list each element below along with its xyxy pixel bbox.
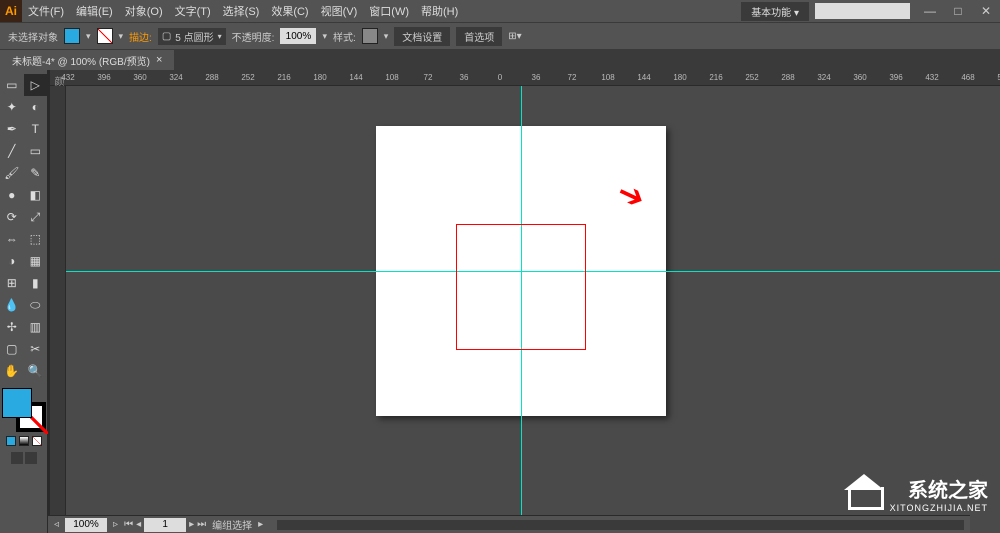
search-input[interactable] <box>815 3 910 19</box>
magic-wand-tool[interactable]: ✦ <box>0 96 24 118</box>
style-label: 样式: <box>333 29 356 44</box>
menu-type[interactable]: 文字(T) <box>169 3 217 19</box>
maximize-icon[interactable]: □ <box>944 2 972 20</box>
shape-builder-tool[interactable]: ◑ <box>0 250 24 272</box>
pen-tool[interactable]: ✒ <box>0 118 24 140</box>
watermark-house-icon <box>844 474 884 510</box>
selection-label: 未选择对象 <box>8 29 58 44</box>
artboard-tool[interactable]: ▢ <box>0 338 24 360</box>
menu-view[interactable]: 视图(V) <box>315 3 364 19</box>
artboard-nav: ⏮ ◂ ▸ ⏭ <box>124 518 206 532</box>
horizontal-scrollbar[interactable] <box>277 520 964 530</box>
blob-brush-tool[interactable]: ● <box>0 184 24 206</box>
ruler-vertical[interactable] <box>50 86 66 533</box>
tab-close-icon[interactable]: × <box>156 54 162 66</box>
lasso-tool[interactable]: ◐ <box>24 96 48 118</box>
direct-selection-tool[interactable]: ▷ <box>24 74 48 96</box>
fill-stroke-control[interactable] <box>2 388 46 432</box>
graph-tool[interactable]: ▥ <box>24 316 48 338</box>
symbol-sprayer-tool[interactable]: ✢ <box>0 316 24 338</box>
type-tool[interactable]: T <box>24 118 48 140</box>
rectangle-tool[interactable]: ▭ <box>24 140 48 162</box>
menu-object[interactable]: 对象(O) <box>119 3 169 19</box>
toolbox: ▭▷ ✦◐ ✒T ╱▭ 🖌✎ ●◧ ⟳⤢ ⇔⬚ ◑▦ ⊞▮ 💧⬭ ✢▥ ▢✂ ✋… <box>0 70 48 533</box>
blend-tool[interactable]: ⬭ <box>24 294 48 316</box>
pencil-tool[interactable]: ✎ <box>24 162 48 184</box>
last-artboard-icon[interactable]: ⏭ <box>197 519 206 530</box>
document-setup-button[interactable]: 文档设置 <box>394 27 450 46</box>
red-rectangle-shape[interactable] <box>456 224 586 350</box>
line-tool[interactable]: ╱ <box>0 140 24 162</box>
opacity-input[interactable] <box>280 28 316 44</box>
document-tab-title: 未标题-4* @ 100% (RGB/预览) <box>12 53 150 68</box>
perspective-tool[interactable]: ▦ <box>24 250 48 272</box>
eraser-tool[interactable]: ◧ <box>24 184 48 206</box>
menu-edit[interactable]: 编辑(E) <box>70 3 119 19</box>
document-tabs: 未标题-4* @ 100% (RGB/预览) × <box>0 50 1000 70</box>
preferences-button[interactable]: 首选项 <box>456 27 502 46</box>
control-bar: 未选择对象 ▾ ▾ 描边: ▢5 点圆形▾ 不透明度: ▾ 样式: ▾ 文档设置… <box>0 22 1000 50</box>
fill-dropdown-icon[interactable]: ▾ <box>86 31 91 42</box>
align-icon[interactable]: ⊞▾ <box>508 31 521 42</box>
color-mode-switches[interactable] <box>0 436 47 446</box>
stroke-weight-field[interactable]: ▢5 点圆形▾ <box>158 28 226 45</box>
slice-tool[interactable]: ✂ <box>24 338 48 360</box>
menu-window[interactable]: 窗口(W) <box>363 3 415 19</box>
screen-mode-icons[interactable] <box>0 452 47 464</box>
status-tool-label: 编组选择 <box>212 517 252 532</box>
canvas[interactable]: ➔ <box>66 86 1000 533</box>
menu-file[interactable]: 文件(F) <box>22 3 70 19</box>
selection-tool[interactable]: ▭ <box>0 74 24 96</box>
status-dropdown-icon[interactable]: ▸ <box>258 519 263 530</box>
menu-effect[interactable]: 效果(C) <box>265 3 314 19</box>
close-icon[interactable]: ✕ <box>972 2 1000 20</box>
opacity-dropdown-icon[interactable]: ▾ <box>322 31 327 42</box>
ruler-horizontal[interactable]: 4323963603242882522161801441087236036721… <box>50 70 1000 86</box>
minimize-icon[interactable]: — <box>916 2 944 20</box>
next-artboard-icon[interactable]: ▸ <box>189 519 194 530</box>
fill-swatch[interactable] <box>64 28 80 44</box>
opacity-label: 不透明度: <box>232 29 275 44</box>
paintbrush-tool[interactable]: 🖌 <box>0 162 24 184</box>
zoom-tool[interactable]: 🔍 <box>24 360 48 382</box>
eyedropper-tool[interactable]: 💧 <box>0 294 24 316</box>
canvas-area: 4323963603242882522161801441087236036721… <box>50 70 1000 533</box>
style-swatch[interactable] <box>362 28 378 44</box>
watermark-url: XITONGZHIJIA.NET <box>890 503 988 513</box>
width-tool[interactable]: ⇔ <box>0 228 24 250</box>
app-logo-icon: Ai <box>0 0 22 22</box>
watermark-title: 系统之家 <box>890 474 988 503</box>
rotate-tool[interactable]: ⟳ <box>0 206 24 228</box>
gradient-tool[interactable]: ▮ <box>24 272 48 294</box>
menu-bar: Ai 文件(F) 编辑(E) 对象(O) 文字(T) 选择(S) 效果(C) 视… <box>0 0 1000 22</box>
watermark: 系统之家 XITONGZHIJIA.NET <box>890 474 988 513</box>
zoom-in-icon[interactable]: ▹ <box>113 519 118 530</box>
hand-tool[interactable]: ✋ <box>0 360 24 382</box>
document-tab[interactable]: 未标题-4* @ 100% (RGB/预览) × <box>0 50 174 70</box>
status-bar: ◃ ▹ ⏮ ◂ ▸ ⏭ 编组选择 ▸ <box>48 515 970 533</box>
scale-tool[interactable]: ⤢ <box>24 206 48 228</box>
workspace-switcher[interactable]: 基本功能 ▾ <box>741 2 809 21</box>
first-artboard-icon[interactable]: ⏮ <box>124 519 133 530</box>
free-transform-tool[interactable]: ⬚ <box>24 228 48 250</box>
zoom-input[interactable] <box>65 518 107 532</box>
stroke-label: 描边: <box>129 29 152 44</box>
zoom-out-icon[interactable]: ◃ <box>54 519 59 530</box>
stroke-dropdown-icon[interactable]: ▾ <box>119 31 124 42</box>
artboard-number-input[interactable] <box>144 518 186 532</box>
stroke-swatch-none[interactable] <box>97 28 113 44</box>
prev-artboard-icon[interactable]: ◂ <box>136 519 141 530</box>
menu-help[interactable]: 帮助(H) <box>415 3 464 19</box>
style-dropdown-icon[interactable]: ▾ <box>384 31 389 42</box>
mesh-tool[interactable]: ⊞ <box>0 272 24 294</box>
menu-select[interactable]: 选择(S) <box>217 3 266 19</box>
fill-color-icon[interactable] <box>2 388 32 418</box>
